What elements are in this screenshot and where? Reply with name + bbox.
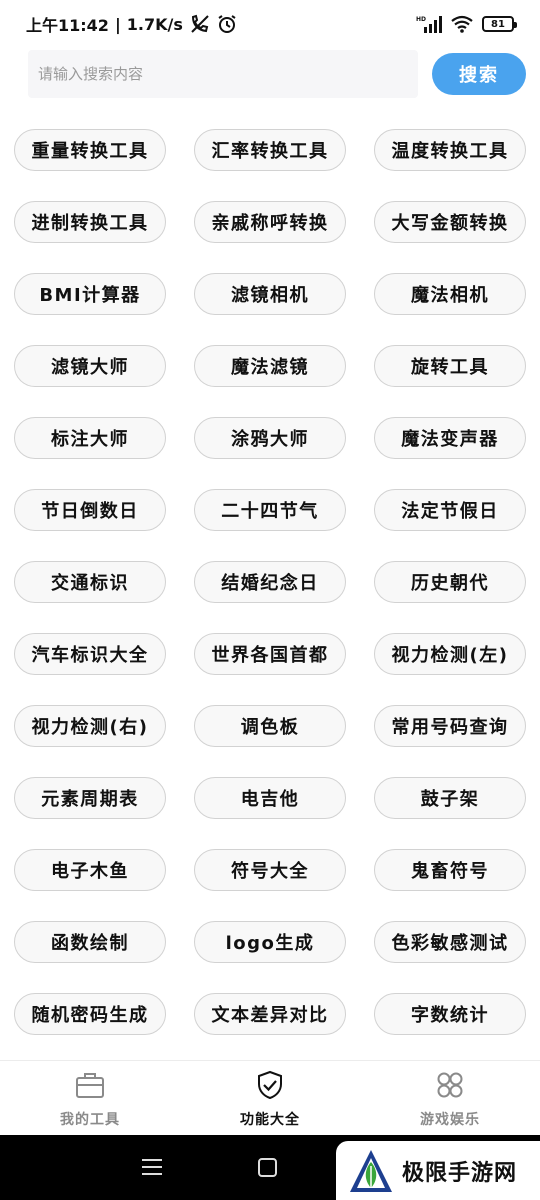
tool-button[interactable]: 电子木鱼 [14, 849, 166, 891]
tool-button[interactable]: 汽车标识大全 [14, 633, 166, 675]
nav-label: 游戏娱乐 [420, 1112, 480, 1128]
alarm-icon [218, 15, 236, 33]
tool-button[interactable]: 大写金额转换 [374, 201, 526, 243]
tool-button[interactable]: 魔法变声器 [374, 417, 526, 459]
tool-button[interactable]: 滤镜相机 [194, 273, 346, 315]
wifi-icon [451, 15, 473, 33]
signal-icon: HD [416, 16, 442, 33]
clover-icon [434, 1069, 466, 1101]
home-icon[interactable] [258, 1158, 277, 1177]
nav-item-games[interactable]: 游戏娱乐 [360, 1061, 540, 1135]
status-right: HD 81 [416, 15, 517, 33]
tool-button[interactable]: 二十四节气 [194, 489, 346, 531]
tool-button[interactable]: 魔法滤镜 [194, 345, 346, 387]
tool-button[interactable]: 电吉他 [194, 777, 346, 819]
tool-button[interactable]: 字数统计 [374, 993, 526, 1035]
briefcase-icon [74, 1069, 106, 1101]
nav-item-my-tools[interactable]: 我的工具 [0, 1061, 180, 1135]
search-button[interactable]: 搜索 [432, 53, 526, 95]
menu-icon[interactable] [142, 1159, 162, 1175]
tool-button[interactable]: 节日倒数日 [14, 489, 166, 531]
watermark-text: 极限手游网 [402, 1160, 518, 1186]
tool-button[interactable]: BMI计算器 [14, 273, 166, 315]
tool-button[interactable]: 结婚纪念日 [194, 561, 346, 603]
search-input[interactable] [28, 50, 418, 98]
tool-grid: 重量转换工具 汇率转换工具 温度转换工具进制转换工具 亲戚称呼转换 大写金额转换 BMI计… [14, 129, 526, 1035]
svg-text:HD: HD [416, 16, 426, 23]
tool-button[interactable]: 汇率转换工具 [194, 129, 346, 171]
tool-button[interactable]: 色彩敏感测试 [374, 921, 526, 963]
battery-icon: 81 [482, 16, 517, 32]
tool-button[interactable]: 文本差异对比 [194, 993, 346, 1035]
status-separator: | [114, 14, 121, 34]
tool-button[interactable]: 符号大全 [194, 849, 346, 891]
tool-button[interactable]: logo生成 [194, 921, 346, 963]
shield-check-icon [254, 1069, 286, 1101]
network-speed: 1.7K/s [126, 14, 183, 34]
status-time: 上午11:42 [26, 16, 109, 35]
tool-button[interactable]: 历史朝代 [374, 561, 526, 603]
muted-call-icon [191, 14, 209, 33]
tool-button[interactable]: 随机密码生成 [14, 993, 166, 1035]
tool-button[interactable]: 涂鸦大师 [194, 417, 346, 459]
tool-button[interactable]: 调色板 [194, 705, 346, 747]
tool-button[interactable]: 视力检测(左) [374, 633, 526, 675]
nav-label: 功能大全 [240, 1112, 300, 1128]
tool-button[interactable]: 魔法相机 [374, 273, 526, 315]
tool-button[interactable]: 法定节假日 [374, 489, 526, 531]
nav-label: 我的工具 [60, 1112, 120, 1128]
watermark-logo-icon [350, 1149, 392, 1192]
tool-button[interactable]: 标注大师 [14, 417, 166, 459]
tool-button[interactable]: 重量转换工具 [14, 129, 166, 171]
tool-button[interactable]: 鼓子架 [374, 777, 526, 819]
bottom-nav: 我的工具 功能大全 游戏娱乐 [0, 1060, 540, 1135]
tool-button[interactable]: 函数绘制 [14, 921, 166, 963]
tool-button[interactable]: 交通标识 [14, 561, 166, 603]
tool-button[interactable]: 旋转工具 [374, 345, 526, 387]
tool-button[interactable]: 世界各国首都 [194, 633, 346, 675]
search-row: 搜索 [0, 48, 540, 102]
watermark: 极限手游网 [336, 1141, 540, 1200]
status-left: 上午11:42 | 1.7K/s [26, 12, 237, 36]
tool-button[interactable]: 亲戚称呼转换 [194, 201, 346, 243]
tool-button[interactable]: 元素周期表 [14, 777, 166, 819]
tool-button[interactable]: 滤镜大师 [14, 345, 166, 387]
nav-item-all-features[interactable]: 功能大全 [180, 1061, 360, 1135]
tool-button[interactable]: 常用号码查询 [374, 705, 526, 747]
tool-button[interactable]: 视力检测(右) [14, 705, 166, 747]
tool-button[interactable]: 温度转换工具 [374, 129, 526, 171]
tool-button[interactable]: 鬼畜符号 [374, 849, 526, 891]
status-bar: 上午11:42 | 1.7K/s HD 81 [0, 0, 540, 48]
tool-button[interactable]: 进制转换工具 [14, 201, 166, 243]
